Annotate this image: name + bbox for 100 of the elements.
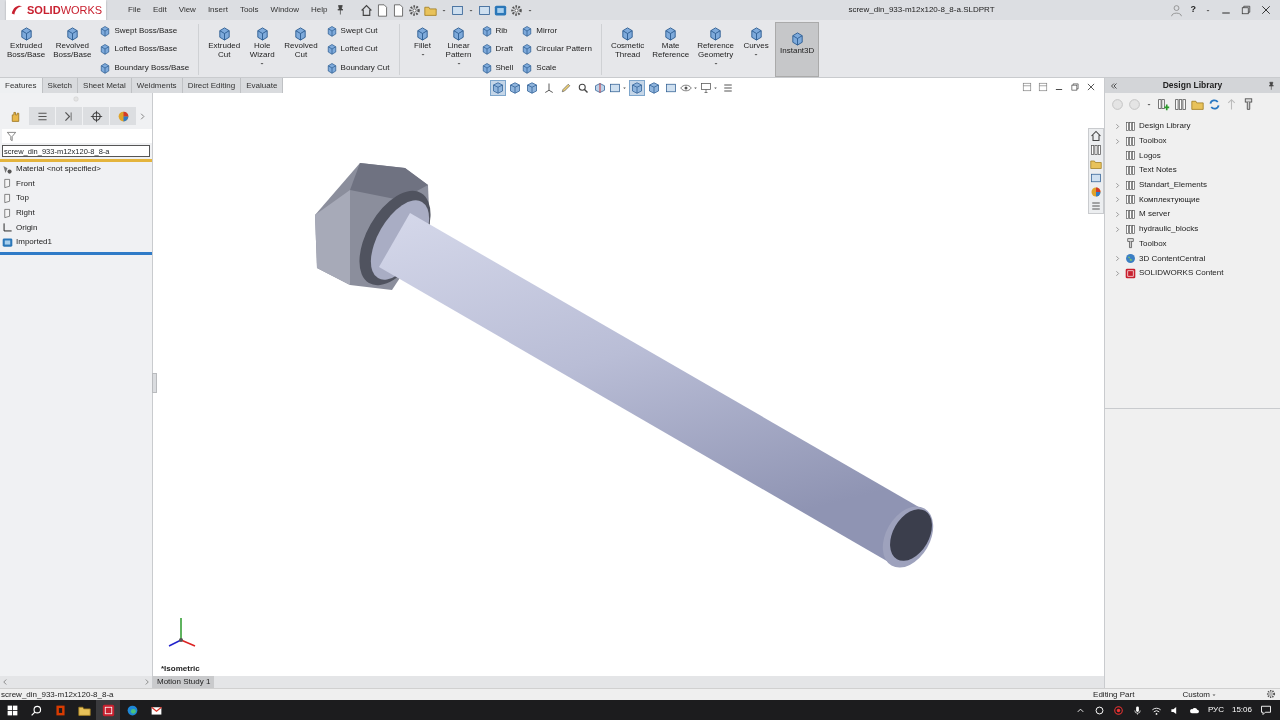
pie-chart-icon[interactable] [1090,186,1102,198]
menu-item[interactable]: Insert [201,4,234,16]
monitor-button[interactable] [700,80,719,96]
edge-browser-icon[interactable] [125,703,139,717]
cube-button[interactable] [629,80,645,96]
panel-tab[interactable] [29,107,55,125]
panel-tab[interactable] [110,107,136,125]
restore-icon[interactable] [1240,4,1252,16]
library-item[interactable]: Toolbox [1113,133,1280,149]
gear-icon[interactable] [1266,689,1276,700]
ribbon-button[interactable]: Draft [480,43,514,56]
tree-item[interactable]: Material <not specified> [0,162,152,177]
display-icon[interactable] [477,3,491,17]
house-icon[interactable] [1090,130,1102,142]
ribbon-button[interactable]: Instant3D [775,22,820,77]
application-icon[interactable] [101,703,115,717]
screw-icon[interactable] [1242,97,1255,111]
library-item[interactable]: Toolbox [1113,236,1280,252]
pin-icon[interactable] [1266,80,1276,91]
motion-study-tab[interactable]: Motion Study 1 [153,676,215,688]
ribbon-button[interactable]: Rib [480,25,514,38]
ribbon-button[interactable]: Lofted Cut [325,43,390,56]
cube-button[interactable] [646,80,662,96]
library-item[interactable]: Design Library [1113,119,1280,134]
ribbon-button[interactable]: Mate Reference [649,22,693,77]
cube-button[interactable] [524,80,540,96]
close-icon[interactable] [1260,4,1272,16]
add-library-icon[interactable] [1157,97,1170,111]
collapse-icon[interactable] [1109,80,1119,91]
body-icon[interactable] [493,3,507,17]
ribbon-button[interactable]: Shell [480,61,514,74]
list-icon[interactable] [1090,200,1102,212]
ribbon-button[interactable]: Revolved Boss/Base [50,22,95,77]
ribbon-button[interactable]: Mirror [521,25,592,38]
clock[interactable]: 15:06 [1231,704,1252,716]
panel-tab[interactable] [83,107,109,125]
page-icon[interactable] [391,3,405,17]
menu-item[interactable]: Help [305,4,334,16]
microphone-icon[interactable] [1131,704,1143,716]
record-icon[interactable] [1112,704,1124,716]
units-selector[interactable]: Custom [1182,688,1210,701]
ribbon-button[interactable]: Reference Geometry [694,22,738,77]
library-item[interactable]: Logos [1113,148,1280,164]
ribbon-button[interactable]: Lofted Boss/Base [99,43,190,56]
tree-item[interactable]: Origin [0,220,152,235]
display-icon[interactable] [1090,172,1102,184]
windows-logo-icon[interactable] [5,703,19,717]
restore-icon[interactable] [1070,82,1080,92]
tree-item[interactable]: Front [0,176,152,192]
refresh-icon[interactable] [1208,97,1221,111]
ribbon-button[interactable]: Linear Pattern [441,22,476,77]
books-icon[interactable] [1090,144,1102,156]
pane-icon[interactable] [1022,82,1032,92]
ribbon-button[interactable]: Hole Wizard [245,22,280,77]
ribbon-button[interactable]: Extruded Cut [205,22,244,77]
menu-item[interactable]: File [122,4,147,16]
ribbon-button[interactable]: Swept Cut [325,25,390,38]
ribbon-button[interactable]: Fillet [405,22,440,77]
library-item[interactable]: Text Notes [1113,163,1280,178]
help-button[interactable]: ? [1190,3,1196,17]
menu-item[interactable]: Edit [146,4,173,16]
command-tab[interactable]: Features [0,78,43,93]
ribbon-button[interactable]: Scale [521,61,592,74]
filter-field[interactable] [2,129,152,143]
page-icon[interactable] [375,3,389,17]
gear-icon[interactable] [407,3,421,17]
display-icon[interactable] [450,3,464,17]
scroll-bar[interactable] [0,676,152,688]
tree-item[interactable]: Top [0,191,152,206]
library-item[interactable]: Standart_Elements [1113,177,1280,193]
tree-item[interactable]: Imported1 [0,234,152,250]
close-icon[interactable] [1086,82,1096,92]
office-icon[interactable] [53,703,67,717]
tree-item[interactable]: Right [0,205,152,221]
notification-icon[interactable] [1260,704,1272,716]
ribbon-button[interactable]: Boundary Cut [325,61,390,74]
ribbon-button[interactable]: Circular Pattern [521,43,592,56]
library-item[interactable]: hydraulic_blocks [1113,221,1280,237]
ribbon-button[interactable]: Extruded Boss/Base [4,22,49,77]
house-icon[interactable] [359,3,373,17]
grip-icon[interactable] [73,96,79,102]
ribbon-button[interactable]: Cosmetic Thread [607,22,648,77]
library-item[interactable]: Комплектующие [1113,192,1280,208]
splitter-handle[interactable] [152,373,157,393]
pane-icon[interactable] [1038,82,1048,92]
library-item[interactable]: SOLIDWORKS Content [1113,265,1280,281]
ribbon-button[interactable]: Revolved Cut [281,22,321,77]
books-icon[interactable] [1174,97,1187,111]
cube-button[interactable] [507,80,523,96]
language-indicator[interactable]: РУС [1207,704,1224,716]
menu-item[interactable]: View [172,4,202,16]
ribbon-button[interactable]: Swept Boss/Base [99,25,190,38]
search-icon[interactable] [29,703,43,717]
ribbon-button[interactable]: Boundary Boss/Base [99,61,190,74]
menu-item[interactable]: Tools [233,4,265,16]
section-button[interactable] [592,80,608,96]
ribbon-button[interactable]: Curves [739,22,774,77]
cube-button[interactable] [490,80,506,96]
circle-icon[interactable] [1093,704,1105,716]
library-item[interactable]: 3D ContentCentral [1113,251,1280,266]
